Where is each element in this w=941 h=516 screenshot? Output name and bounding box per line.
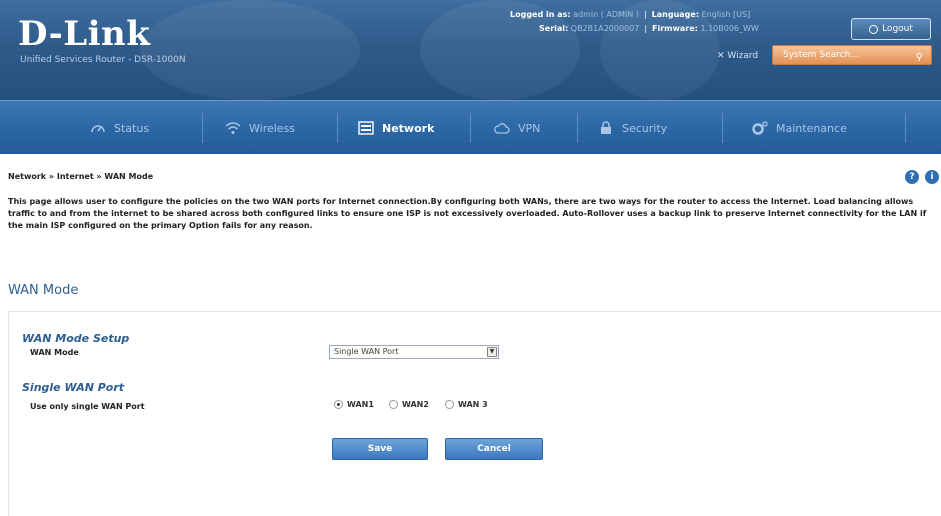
nav-network[interactable]: Network	[358, 101, 434, 155]
language-selector[interactable]: English [US]	[702, 10, 751, 19]
wand-icon: ✕	[717, 51, 725, 61]
wan-mode-label: WAN Mode	[30, 348, 79, 357]
radio-button[interactable]	[389, 400, 398, 409]
device-info: Serial: QB2B1A2000007 | Firmware: 1.10B006…	[539, 24, 759, 33]
cancel-button[interactable]: Cancel	[445, 438, 543, 460]
login-info: Logged in as: admin ( ADMIN ) | Language: …	[510, 10, 751, 19]
search-icon[interactable]: ⚲	[916, 49, 923, 67]
logout-button[interactable]: Logout	[851, 18, 931, 40]
nav-vpn[interactable]: VPN	[494, 101, 540, 155]
radio-wan3[interactable]: WAN 3	[445, 400, 488, 409]
breadcrumb: Network » Internet » WAN Mode	[8, 172, 154, 181]
dlink-logo[interactable]: D-Link	[18, 14, 150, 54]
main-nav: Status Wireless Network VPN Security Mai…	[0, 100, 941, 154]
wan-mode-select[interactable]: Single WAN Port ▼	[329, 345, 499, 359]
radio-button[interactable]	[445, 400, 454, 409]
gear-icon	[752, 121, 768, 135]
nav-wireless[interactable]: Wireless	[225, 101, 295, 155]
panel-border	[8, 311, 9, 516]
wan-mode-setup-title: WAN Mode Setup	[22, 332, 130, 345]
info-icon[interactable]: i	[925, 170, 939, 184]
network-icon	[358, 121, 374, 135]
wifi-icon	[225, 122, 241, 134]
chevron-down-icon[interactable]: ▼	[487, 347, 497, 357]
single-wan-port-title: Single WAN Port	[22, 381, 125, 394]
top-header: D-Link Unified Services Router - DSR-100…	[0, 0, 941, 100]
nav-status[interactable]: Status	[90, 101, 149, 155]
help-icon[interactable]: ?	[905, 170, 919, 184]
gauge-icon	[91, 125, 105, 133]
wizard-link[interactable]: ✕ Wizard	[717, 51, 758, 61]
lock-icon	[601, 121, 611, 134]
radio-wan2[interactable]: WAN2	[389, 400, 429, 409]
power-icon	[869, 24, 879, 34]
radio-wan1[interactable]: WAN1	[334, 400, 374, 409]
panel-divider	[8, 311, 941, 312]
nav-maintenance[interactable]: Maintenance	[752, 101, 847, 155]
system-search-input[interactable]: System Search... ⚲	[772, 45, 932, 65]
single-wan-port-label: Use only single WAN Port	[30, 402, 145, 411]
page-title: WAN Mode	[8, 283, 79, 298]
radio-button[interactable]	[334, 400, 343, 409]
nav-security[interactable]: Security	[598, 101, 667, 155]
cloud-icon	[494, 123, 510, 134]
product-name: Unified Services Router - DSR-1000N	[20, 55, 186, 65]
page-description: This page allows user to configure the p…	[8, 197, 927, 230]
save-button[interactable]: Save	[332, 438, 428, 460]
